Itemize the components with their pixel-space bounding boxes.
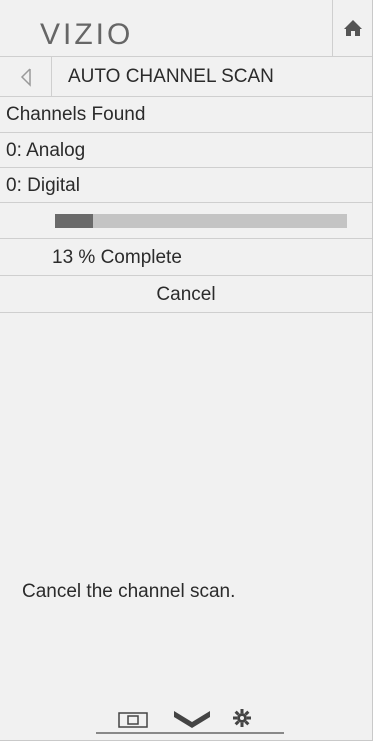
digital-count: 0: Digital: [6, 175, 80, 196]
chevron-left-icon: [20, 67, 31, 87]
percent-complete: 13 % Complete: [52, 247, 182, 268]
scan-progress-fill: [55, 214, 93, 228]
channels-found-row: Channels Found: [0, 97, 372, 133]
toolbar-underline: [96, 732, 284, 734]
back-button[interactable]: [0, 57, 52, 96]
vizio-logo: VIZIO: [40, 18, 134, 51]
cancel-label: Cancel: [156, 284, 216, 305]
progress-row: [0, 203, 372, 239]
menu-title-row: AUTO CHANNEL SCAN: [0, 57, 372, 97]
analog-count-row: 0: Analog: [0, 133, 372, 168]
settings-panel: VIZIO AUTO CHANNEL SCAN Channels Found 0…: [0, 0, 373, 741]
chevron-down-icon[interactable]: [172, 708, 212, 730]
menu-title: AUTO CHANNEL SCAN: [68, 66, 274, 87]
cancel-button[interactable]: Cancel: [0, 276, 372, 313]
help-text: Cancel the channel scan.: [22, 581, 236, 602]
percent-row: 13 % Complete: [0, 239, 372, 276]
panel-header: VIZIO: [0, 0, 372, 57]
digital-count-row: 0: Digital: [0, 168, 372, 203]
bottom-toolbar: [96, 706, 284, 734]
picture-in-picture-icon[interactable]: [118, 712, 148, 728]
analog-count: 0: Analog: [6, 140, 86, 161]
home-button[interactable]: [332, 0, 372, 56]
channels-found-label: Channels Found: [6, 104, 146, 125]
home-icon: [343, 20, 362, 36]
gear-icon[interactable]: [232, 708, 252, 728]
scan-progress-bar: [55, 214, 347, 228]
